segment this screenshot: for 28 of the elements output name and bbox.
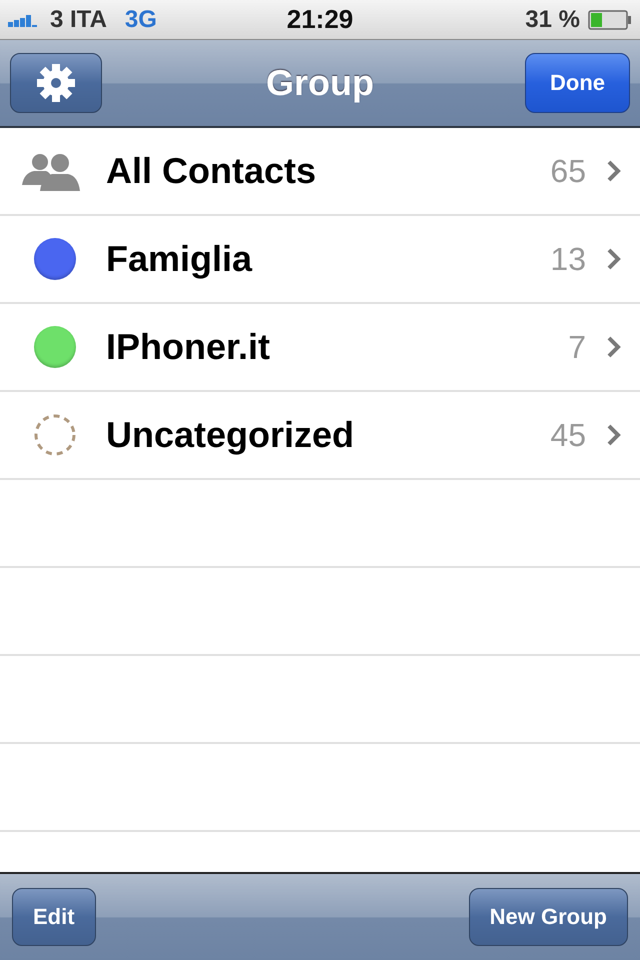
group-name: Uncategorized (106, 414, 356, 456)
group-name: IPhoner.it (106, 326, 272, 368)
settings-icon (36, 63, 76, 103)
chevron-icon (606, 335, 622, 359)
settings-button[interactable] (10, 53, 102, 113)
chevron-icon (606, 423, 622, 447)
screen-title: Group (266, 62, 374, 104)
contact-count: 65 (550, 152, 586, 190)
group-name: All Contacts (106, 150, 318, 192)
chevron-icon (606, 159, 622, 183)
carrier-name: 3 ITA (50, 6, 107, 34)
group-row[interactable]: IPhoner.it 7 (0, 304, 640, 392)
battery-percent: 31 % (525, 6, 580, 34)
chevron-icon (606, 247, 622, 271)
done-button[interactable]: Done (525, 53, 630, 113)
contact-count: 45 (550, 416, 586, 454)
battery-icon (588, 10, 632, 30)
contact-count: 13 (550, 240, 586, 278)
group-row[interactable]: Famiglia 13 (0, 216, 640, 304)
clock-time: 21:29 (286, 4, 354, 35)
group-name: Famiglia (106, 238, 254, 280)
network-type: 3G (124, 6, 157, 34)
contact-count: 7 (568, 328, 586, 366)
dashed-circle-icon (34, 414, 76, 456)
toolbar-button[interactable]: Edit (12, 888, 96, 946)
group-row[interactable]: All Contacts 65 (0, 128, 640, 216)
toolbar-button[interactable]: New Group (468, 888, 628, 946)
group-row[interactable]: Uncategorized 45 (0, 392, 640, 480)
